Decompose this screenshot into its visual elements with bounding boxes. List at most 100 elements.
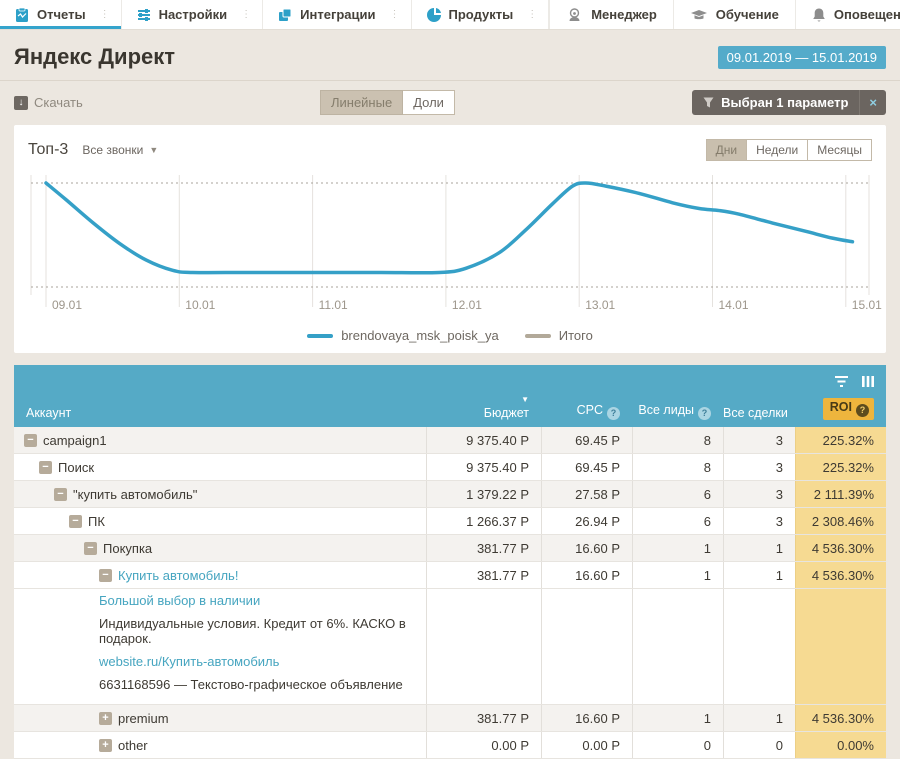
sort-desc-icon[interactable]: ▼ [426,396,529,404]
column-label: Аккаунт [26,406,71,420]
leads-cell: 1 [632,705,723,731]
columns-icon[interactable] [862,375,874,390]
column-header-budget[interactable]: ▼ Бюджет [426,396,541,420]
chart-series-line [46,183,852,273]
collapse-icon[interactable]: − [39,461,52,474]
roi-cell: 2 308.46% [795,508,886,534]
filter-rows-icon[interactable] [835,375,848,390]
leads-cell: 1 [632,535,723,561]
funnel-icon [703,97,714,108]
top-navigation: Отчеты ⋮ Настройки ⋮ Интеграции ⋮ Продук… [0,0,900,30]
ad-link-line[interactable]: website.ru/Купить-автомобиль [99,650,426,673]
period-months[interactable]: Месяцы [808,139,872,161]
roi-header-badge[interactable]: ROI? [823,398,874,420]
download-button[interactable]: ↓ Скачать [14,95,83,110]
integrations-icon [277,7,293,23]
date-range-picker[interactable]: 09.01.2019 — 15.01.2019 [718,46,886,69]
tab-reports[interactable]: Отчеты ⋮ [0,0,122,29]
deals-cell: 3 [723,481,795,507]
nav-item-education[interactable]: Обучение [673,0,795,29]
budget-cell: 381.77 Р [426,562,541,588]
budget-cell: 0.00 Р [426,732,541,758]
tab-integrations-menu-icon[interactable]: ⋮ [387,10,403,19]
toggle-linear[interactable]: Линейные [320,90,403,115]
expand-icon[interactable]: + [99,739,112,752]
nav-item-notifications[interactable]: Оповещения [795,0,900,29]
products-icon [426,7,442,23]
budget-cell: 9 375.40 Р [426,427,541,453]
roi-cell: 4 536.30% [795,562,886,588]
column-header-deals[interactable]: Все сделки [723,406,795,420]
roi-cell: 225.32% [795,427,886,453]
table-row: +other0.00 Р0.00 Р000.00% [14,732,886,759]
legend-item-series[interactable]: brendovaya_msk_poisk_ya [307,328,499,343]
x-axis-label: 15.01 [852,298,882,312]
line-chart[interactable]: 09.0110.0111.0112.0113.0114.0115.01 [14,169,886,317]
filter-close-icon[interactable]: × [859,90,886,115]
x-axis-label: 12.01 [452,298,482,312]
page-header: Яндекс Директ 09.01.2019 — 15.01.2019 [0,30,900,81]
leads-cell: 6 [632,508,723,534]
tab-integrations[interactable]: Интеграции ⋮ [263,0,411,29]
row-label: other [118,738,148,753]
leads-cell: 8 [632,427,723,453]
deals-cell: 3 [723,508,795,534]
collapse-icon[interactable]: − [24,434,37,447]
selected-parameter-filter[interactable]: Выбран 1 параметр × [692,90,886,115]
roi-cell: 225.32% [795,454,886,480]
column-header-account[interactable]: Аккаунт [14,406,426,420]
cpc-cell: 0.00 Р [541,732,632,758]
column-header-leads[interactable]: Все лиды? [632,403,723,420]
row-label: Покупка [103,541,152,556]
legend-dash-blue [307,334,333,338]
download-label: Скачать [34,95,83,110]
nav-item-manager[interactable]: Менеджер [549,0,673,29]
expand-icon[interactable]: + [99,712,112,725]
period-days[interactable]: Дни [706,139,747,161]
metric-selector[interactable]: Все звонки ▼ [82,143,158,157]
roi-cell: 4 536.30% [795,705,886,731]
leads-cell: 8 [632,454,723,480]
period-weeks[interactable]: Недели [747,139,808,161]
cpc-cell: 16.60 Р [541,705,632,731]
tab-products-menu-icon[interactable]: ⋮ [524,10,540,19]
column-label: ROI [830,400,852,414]
report-table: Аккаунт▼БюджетCPC?Все лиды?Все сделкиROI… [14,365,886,759]
column-label: Бюджет [484,406,529,420]
column-header-roi[interactable]: ROI? [795,398,886,420]
column-label: Все лиды [638,403,694,417]
help-icon[interactable]: ? [698,407,711,420]
table-row: −campaign19 375.40 Р69.45 Р83225.32% [14,427,886,454]
ad-link-line[interactable]: Большой выбор в наличии [99,589,426,612]
tab-reports-menu-icon[interactable]: ⋮ [97,10,113,19]
legend-total-label: Итого [559,328,593,343]
tab-products[interactable]: Продукты ⋮ [412,0,550,29]
legend-series-label: brendovaya_msk_poisk_ya [341,328,499,343]
deals-cell: 0 [723,732,795,758]
deals-cell: 1 [723,562,795,588]
help-icon[interactable]: ? [856,404,869,417]
table-row: −Поиск9 375.40 Р69.45 Р83225.32% [14,454,886,481]
collapse-icon[interactable]: − [54,488,67,501]
legend-item-total[interactable]: Итого [525,328,593,343]
collapse-icon[interactable]: − [69,515,82,528]
collapse-icon[interactable]: − [84,542,97,555]
filter-label: Выбран 1 параметр [721,95,848,110]
collapse-icon[interactable]: − [99,569,112,582]
tab-settings-menu-icon[interactable]: ⋮ [238,10,254,19]
tab-settings[interactable]: Настройки ⋮ [122,0,264,29]
row-label-link[interactable]: Купить автомобиль! [118,568,238,583]
deals-cell: 3 [723,454,795,480]
view-mode-toggle: Линейные Доли [320,90,455,115]
column-header-cpc[interactable]: CPC? [541,403,632,420]
page-title: Яндекс Директ [14,44,175,70]
tab-settings-label: Настройки [159,7,228,22]
manager-icon [566,7,583,23]
empty-cell [426,589,541,704]
x-axis-label: 13.01 [585,298,615,312]
toggle-shares[interactable]: Доли [403,90,455,115]
chevron-down-icon: ▼ [149,145,158,155]
period-toggle: Дни Недели Месяцы [706,139,872,161]
x-axis-label: 14.01 [719,298,749,312]
help-icon[interactable]: ? [607,407,620,420]
